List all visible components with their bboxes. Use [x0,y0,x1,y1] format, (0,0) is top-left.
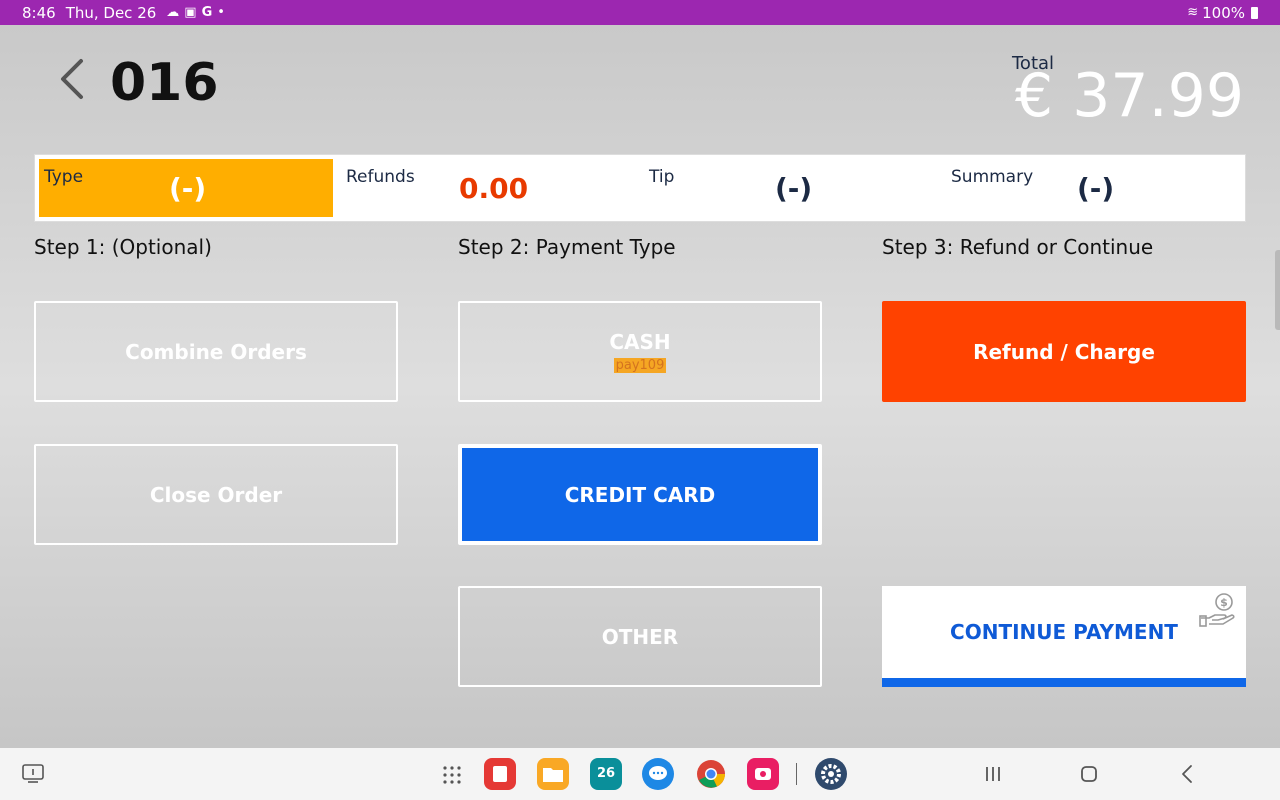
hand-coin-icon: $ [1199,593,1235,627]
notes-app-icon[interactable] [484,758,516,790]
wifi-icon: ≋ [1187,5,1199,20]
other-label: OTHER [601,624,679,649]
payment-screen: 016 Total € 37.99 Type (-) Refunds 0.00 … [0,25,1280,748]
credit-card-button[interactable]: CREDIT CARD [458,444,822,545]
svg-text:$: $ [1220,596,1228,609]
summary-bar: Type (-) Refunds 0.00 Tip (-) Summary (-… [34,154,1246,222]
refund-charge-label: Refund / Charge [973,339,1155,364]
combine-orders-button[interactable]: Combine Orders [34,301,398,402]
gallery-icon: ▣ [184,5,197,20]
messages-app-icon[interactable] [642,758,674,790]
summary-label: Summary [951,167,1034,187]
status-time: 8:46 [22,3,56,22]
step2-label: Step 2: Payment Type [458,235,676,259]
recents-icon[interactable] [984,765,1002,783]
status-bar: 8:46 Thu, Dec 26 ☁ ▣ G • ≋ 100% [0,0,1280,25]
cash-label: CASH [609,330,671,354]
credit-card-label: CREDIT CARD [564,482,716,507]
app-drawer-icon[interactable] [442,765,462,785]
other-button[interactable]: OTHER [458,586,822,687]
navigation-bar: 26 [0,748,1280,800]
continue-payment-button[interactable]: CONTINUE PAYMENT $ [882,586,1246,687]
camera-icon [755,768,771,780]
step3-label: Step 3: Refund or Continue [882,235,1154,259]
home-icon[interactable] [1080,765,1098,783]
edge-handle[interactable] [1275,250,1280,330]
status-left: 8:46 Thu, Dec 26 ☁ ▣ G • [22,4,225,22]
cloud-icon: ☁ [166,5,180,20]
cash-button[interactable]: CASH pay109 [458,301,822,402]
close-order-label: Close Order [149,482,283,507]
dock-divider [796,763,797,785]
tip-label: Tip [649,167,675,187]
settings-app-icon[interactable] [815,758,847,790]
screen-mirror-icon[interactable] [22,764,44,784]
chrome-icon [697,760,725,788]
refund-charge-button[interactable]: Refund / Charge [882,301,1246,402]
continue-payment-label: CONTINUE PAYMENT [950,620,1178,644]
summary-value: (-) [1077,172,1115,205]
cash-tag: pay109 [613,358,667,373]
order-number: 016 [110,53,219,113]
refunds-label: Refunds [346,167,415,187]
chevron-left-icon [61,59,83,99]
nav-back-icon[interactable] [1180,764,1194,784]
battery-level: 100% [1202,3,1245,22]
combine-orders-label: Combine Orders [125,339,307,364]
type-label: Type [44,167,84,187]
more-dot-icon: • [217,5,225,20]
google-icon: G [201,5,213,20]
type-value: (-) [169,172,207,205]
step1-label: Step 1: (Optional) [34,235,212,259]
close-order-button[interactable]: Close Order [34,444,398,545]
screen-recorder-app-icon[interactable] [747,758,779,790]
chrome-app-icon[interactable] [695,758,727,790]
calendar-date-badge: 26 [596,766,616,781]
gear-icon [821,764,841,784]
total-value: € 37.99 [1014,61,1244,131]
back-button[interactable] [52,57,92,107]
files-app-icon[interactable] [537,758,569,790]
folder-icon [543,768,563,782]
chat-bubble-icon [649,766,667,780]
status-notification-icons: ☁ ▣ G • [166,5,225,20]
refunds-value: 0.00 [459,172,529,205]
calendar-app-icon[interactable]: 26 [590,758,622,790]
note-icon [493,766,507,782]
tip-value: (-) [775,172,813,205]
status-right: ≋ 100% [1187,4,1258,22]
status-date: Thu, Dec 26 [65,3,157,22]
battery-icon [1251,6,1258,19]
